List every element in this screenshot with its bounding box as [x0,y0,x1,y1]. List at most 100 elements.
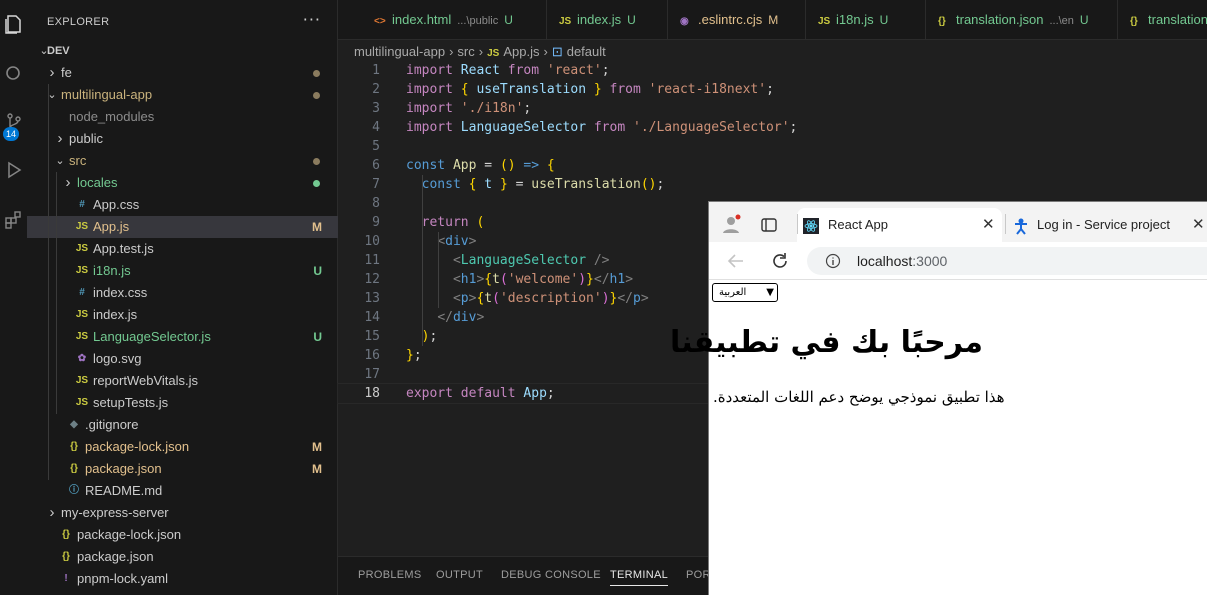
run-debug-icon[interactable] [4,160,24,180]
tree-file[interactable]: {} package-lock.json M [27,436,338,458]
chevron-right-icon: › [65,174,71,191]
tree-item-label: logo.svg [93,351,142,366]
line-number: 10 [364,234,380,249]
tree-file[interactable]: ⓘ README.md [27,480,338,502]
line-number: 17 [364,367,380,382]
file-tree: ⌄ DEV › fe ⌄ multilingual-app node_modules › pub… [27,40,338,590]
code-line[interactable]: 4 import LanguageSelector from './Languag… [338,118,1207,137]
file-type-icon: {} [1130,16,1138,27]
file-type-icon: ◉ [680,16,689,27]
panel-tab-problems[interactable]: PROBLEMS [358,569,422,581]
breadcrumb-item[interactable]: App.js [503,44,539,59]
tree-folder[interactable]: › public [27,128,338,150]
line-number: 7 [372,177,380,192]
editor-tab[interactable]: JS i18n.js U [806,0,926,39]
code-line[interactable]: 6 const App = () => { [338,156,1207,175]
browser-tab-react-app[interactable]: React App ✕ [797,208,1002,242]
tree-item-label: i18n.js [93,263,131,278]
reload-icon[interactable] [771,252,789,270]
tree-file[interactable]: JS reportWebVitals.js [27,370,338,392]
code-text: const App = () => { [406,158,555,173]
file-type-icon: {} [62,551,70,562]
language-select[interactable]: العربية ▼ [712,283,778,302]
extensions-icon[interactable] [4,210,24,230]
breadcrumb-item[interactable]: default [567,44,606,59]
tree-file[interactable]: ! pnpm-lock.yaml [27,568,338,590]
panel-tab-output[interactable]: OUTPUT [436,569,483,581]
explorer-title: EXPLORER [47,16,110,28]
tree-folder[interactable]: ⌄ DEV [27,40,338,62]
address-bar[interactable]: localhost:3000 [807,247,1207,275]
panel-tab-debug-console[interactable]: DEBUG CONSOLE [501,569,601,581]
code-line[interactable]: 1 import React from 'react'; [338,61,1207,80]
tree-folder[interactable]: node_modules [27,106,338,128]
tree-folder[interactable]: › locales [27,172,338,194]
tree-file[interactable]: ✿ logo.svg [27,348,338,370]
browser-tab-login[interactable]: Log in - Service project ✕ [1009,208,1207,242]
git-status-badge: U [627,13,636,27]
back-arrow-icon[interactable] [727,252,745,270]
tree-item-label: reportWebVitals.js [93,373,199,388]
file-type-icon: # [79,199,85,210]
more-actions-icon[interactable]: ··· [303,10,321,29]
tree-file[interactable]: {} package-lock.json [27,524,338,546]
code-line[interactable]: 3 import './i18n'; [338,99,1207,118]
tree-file[interactable]: JS index.js [27,304,338,326]
tree-file[interactable]: JS i18n.js U [27,260,338,282]
tree-folder[interactable]: ⌄ src [27,150,338,172]
code-text: import './i18n'; [406,101,532,116]
tree-file[interactable]: JS LanguageSelector.js U [27,326,338,348]
tree-file[interactable]: {} package.json M [27,458,338,480]
editor-tab[interactable]: <> index.html ...\public U [362,0,547,39]
search-icon[interactable] [4,64,24,84]
editor-tab-description: ...\en [1049,15,1074,27]
line-number: 1 [372,63,380,78]
tree-file[interactable]: # index.css [27,282,338,304]
js-file-icon: JS [487,48,500,59]
breadcrumb-item[interactable]: multilingual-app [354,44,445,59]
tree-folder[interactable]: ⌄ multilingual-app [27,84,338,106]
git-status-badge: U [879,13,889,27]
file-type-icon: {} [70,463,78,474]
tree-file[interactable]: JS setupTests.js [27,392,338,414]
tree-item-label: locales [77,175,118,190]
file-type-icon: {} [938,16,946,27]
tree-item-label: App.test.js [93,241,154,256]
tree-folder[interactable]: › fe [27,62,338,84]
site-info-icon[interactable] [825,253,841,269]
close-tab-icon[interactable]: ✕ [1192,208,1205,242]
profile-icon[interactable] [721,214,741,234]
code-line[interactable]: 2 import { useTranslation } from 'react-i… [338,80,1207,99]
editor-tab[interactable]: JS index.js U [547,0,668,39]
tree-file[interactable]: JS App.test.js [27,238,338,260]
breadcrumb: multilingual-app › src › JS App.js › ⊡ default [354,42,610,62]
code-line[interactable]: 7 const { t } = useTranslation(); [338,175,1207,194]
modified-dot-icon [313,158,320,165]
file-type-icon: JS [75,221,89,232]
close-tab-icon[interactable]: ✕ [982,208,995,242]
tree-file[interactable]: ◆ .gitignore [27,414,338,436]
tree-folder[interactable]: › my-express-server [27,502,338,524]
breadcrumb-separator: › [543,44,548,59]
tree-file[interactable]: JS App.js M [27,216,338,238]
panel-tab-terminal[interactable]: TERMINAL [610,569,669,586]
git-status-badge: U [1079,13,1089,27]
editor-tab[interactable]: {} translation.json ...\en U [926,0,1118,39]
editor-tab[interactable]: ◉ .eslintrc.cjs M [668,0,806,39]
breadcrumb-item[interactable]: src [457,44,474,59]
modified-dot-icon [313,70,320,77]
tree-item-label: setupTests.js [93,395,169,410]
explorer-icon[interactable] [4,14,24,34]
breadcrumb-separator: › [478,44,484,59]
tab-actions-icon[interactable] [761,217,777,233]
tree-item-label: node_modules [69,109,155,124]
tree-item-label: fe [61,65,72,80]
tree-item-label: package-lock.json [85,439,190,454]
tree-file[interactable]: {} package.json [27,546,338,568]
url-port: :3000 [912,253,948,269]
tree-file[interactable]: # App.css [27,194,338,216]
code-line[interactable]: 5 [338,137,1207,156]
editor-tab[interactable]: {} translation [1118,0,1207,39]
chevron-down-icon: ▼ [766,287,774,298]
url-text: localhost:3000 [857,247,947,275]
